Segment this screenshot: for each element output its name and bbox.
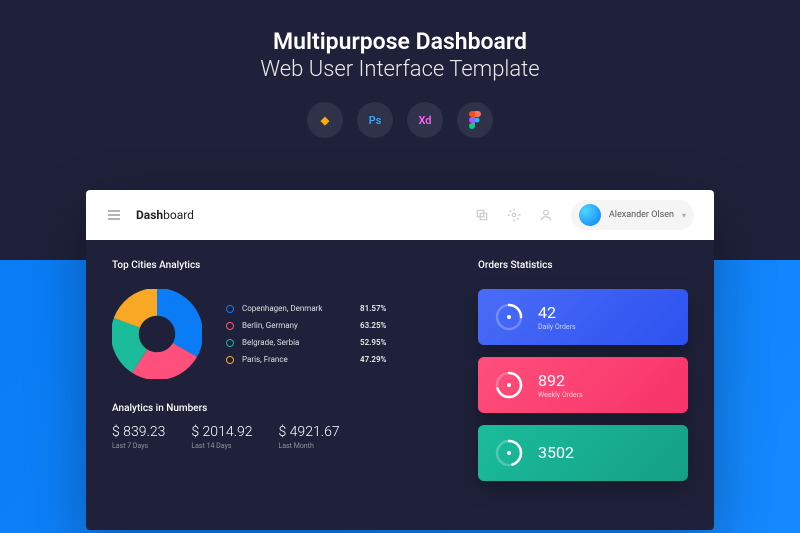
legend: Copenhagen, Denmark 81.57% Berlin, Germany… (226, 304, 386, 364)
legend-value: 47.29% (360, 355, 386, 364)
sketch-icon: ◆ (307, 102, 343, 138)
number-value: $ 839.23 (112, 424, 165, 440)
pie-chart (112, 289, 202, 379)
number-value: $ 4921.67 (278, 424, 339, 440)
menu-icon[interactable] (106, 207, 122, 223)
progress-ring (494, 370, 524, 400)
hero-section: Multipurpose Dashboard Web User Interfac… (0, 0, 800, 138)
user-name: Alexander Olsen (609, 210, 674, 220)
legend-item: Copenhagen, Denmark 81.57% (226, 304, 386, 313)
legend-dot (226, 339, 234, 347)
hero-subtitle: Web User Interface Template (0, 57, 800, 82)
copy-icon[interactable] (475, 208, 489, 222)
legend-city: Paris, France (242, 355, 352, 364)
hero-title: Multipurpose Dashboard (0, 28, 800, 55)
number-item: $ 2014.92 Last 14 Days (191, 424, 252, 450)
orders-title: Orders Statistics (478, 260, 688, 271)
legend-dot (226, 322, 234, 330)
progress-ring (494, 438, 524, 468)
numbers-title: Analytics in Numbers (112, 403, 448, 414)
figma-icon (457, 102, 493, 138)
number-item: $ 839.23 Last 7 Days (112, 424, 165, 450)
stat-card[interactable]: 892Weekly Orders (478, 357, 688, 413)
user-menu[interactable]: Alexander Olsen ▾ (571, 200, 694, 230)
legend-city: Copenhagen, Denmark (242, 304, 352, 313)
analytics-title: Top Cities Analytics (112, 260, 448, 271)
number-label: Last Month (278, 442, 339, 450)
number-item: $ 4921.67 Last Month (278, 424, 339, 450)
legend-item: Berlin, Germany 63.25% (226, 321, 386, 330)
legend-dot (226, 356, 234, 364)
dashboard-frame: Dashboard Alexander Olsen ▾ Top Cities A… (86, 190, 714, 530)
settings-icon[interactable] (507, 208, 521, 222)
number-value: $ 2014.92 (191, 424, 252, 440)
xd-icon: Xd (407, 102, 443, 138)
stat-label: Daily Orders (538, 323, 576, 331)
number-label: Last 14 Days (191, 442, 252, 450)
legend-city: Berlin, Germany (242, 321, 352, 330)
legend-value: 52.95% (360, 338, 386, 347)
numbers-row: $ 839.23 Last 7 Days $ 2014.92 Last 14 Days… (112, 424, 448, 450)
tool-icons-row: ◆ Ps Xd (0, 102, 800, 138)
brand: Dashboard (136, 208, 194, 222)
progress-ring (494, 302, 524, 332)
legend-city: Belgrade, Serbia (242, 338, 352, 347)
stat-value: 3502 (538, 443, 574, 462)
stat-value: 892 (538, 371, 583, 390)
legend-dot (226, 305, 234, 313)
stat-card[interactable]: 3502 (478, 425, 688, 481)
number-label: Last 7 Days (112, 442, 165, 450)
legend-item: Belgrade, Serbia 52.95% (226, 338, 386, 347)
stat-value: 42 (538, 303, 576, 322)
stat-label: Weekly Orders (538, 391, 583, 399)
legend-item: Paris, France 47.29% (226, 355, 386, 364)
legend-value: 81.57% (360, 304, 386, 313)
avatar (579, 204, 601, 226)
stat-card[interactable]: 42Daily Orders (478, 289, 688, 345)
chevron-down-icon: ▾ (682, 211, 686, 220)
legend-value: 63.25% (360, 321, 386, 330)
user-icon[interactable] (539, 208, 553, 222)
photoshop-icon: Ps (357, 102, 393, 138)
app-header: Dashboard Alexander Olsen ▾ (86, 190, 714, 240)
